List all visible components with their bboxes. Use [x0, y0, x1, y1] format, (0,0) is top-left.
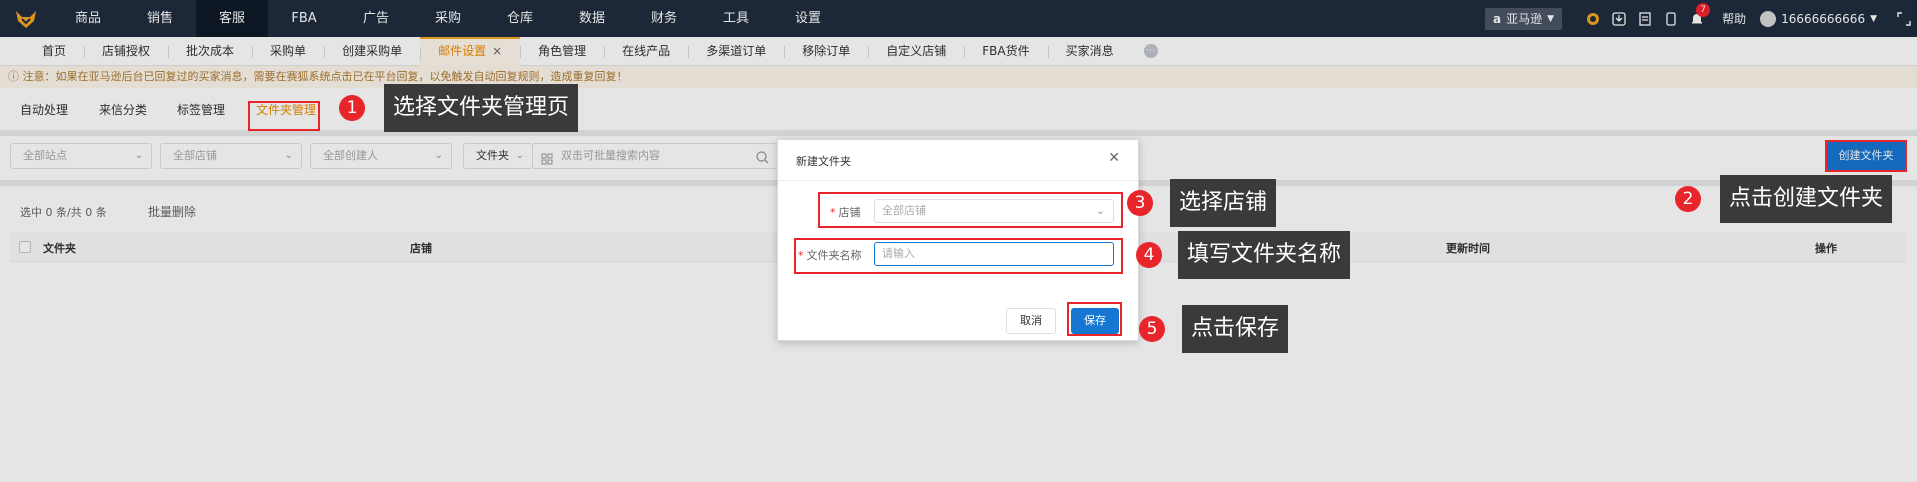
step-5-marker: 5 [1139, 316, 1165, 342]
step-3-marker: 3 [1127, 190, 1153, 216]
step-4-label: 填写文件夹名称 [1178, 231, 1351, 279]
step-2-label: 点击创建文件夹 [1720, 175, 1893, 223]
step-1-label: 选择文件夹管理页 [384, 84, 579, 132]
cancel-button[interactable]: 取消 [1006, 308, 1056, 334]
highlight-name-field [794, 238, 1123, 274]
step-3-label: 选择店铺 [1170, 179, 1277, 227]
highlight-save-button [1067, 302, 1122, 336]
step-1-marker: 1 [339, 95, 365, 121]
highlight-shop-field [818, 192, 1123, 228]
divider [778, 180, 1138, 181]
step-5-label: 点击保存 [1182, 305, 1289, 353]
close-icon[interactable]: ✕ [1108, 150, 1120, 166]
highlight-folder-tab [248, 101, 320, 131]
highlight-create-button [1825, 140, 1907, 172]
step-2-marker: 2 [1675, 186, 1701, 212]
dialog-title: 新建文件夹 [796, 155, 851, 168]
step-4-marker: 4 [1136, 242, 1162, 268]
